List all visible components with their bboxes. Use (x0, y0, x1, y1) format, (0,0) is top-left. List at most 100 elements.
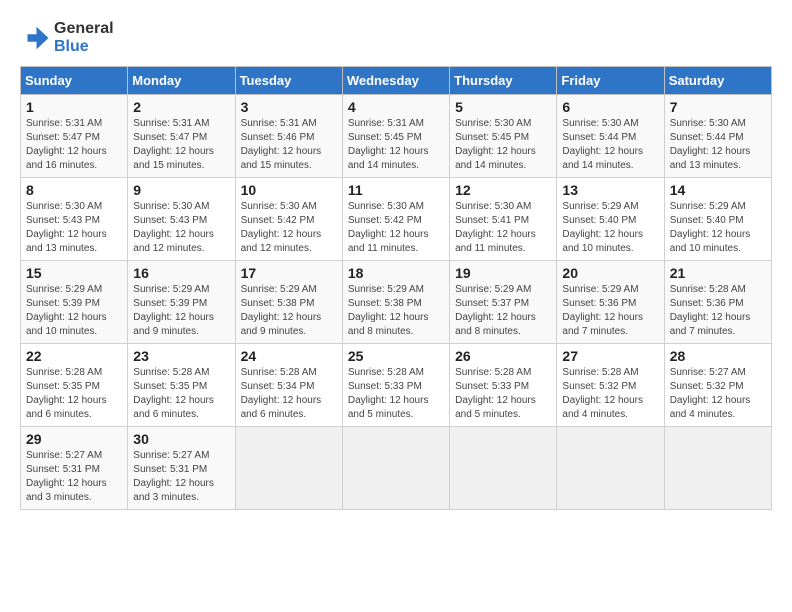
day-number: 15 (26, 265, 122, 281)
day-info: Sunrise: 5:29 AMSunset: 5:40 PMDaylight:… (562, 200, 658, 256)
day-number: 18 (348, 265, 444, 281)
calendar-table: SundayMondayTuesdayWednesdayThursdayFrid… (20, 66, 772, 510)
day-number: 4 (348, 99, 444, 115)
table-row: 28 Sunrise: 5:27 AMSunset: 5:32 PMDayligh… (664, 344, 771, 427)
page-header: General Blue (20, 20, 772, 56)
logo-icon (20, 23, 50, 53)
weekday-header-saturday: Saturday (664, 67, 771, 95)
table-row: 12 Sunrise: 5:30 AMSunset: 5:41 PMDayligh… (450, 178, 557, 261)
table-row (664, 427, 771, 510)
day-number: 20 (562, 265, 658, 281)
table-row: 5 Sunrise: 5:30 AMSunset: 5:45 PMDaylight… (450, 95, 557, 178)
calendar-row: 1 Sunrise: 5:31 AMSunset: 5:47 PMDaylight… (21, 95, 772, 178)
table-row: 24 Sunrise: 5:28 AMSunset: 5:34 PMDayligh… (235, 344, 342, 427)
day-info: Sunrise: 5:28 AMSunset: 5:33 PMDaylight:… (348, 366, 444, 422)
day-info: Sunrise: 5:30 AMSunset: 5:42 PMDaylight:… (348, 200, 444, 256)
day-number: 24 (241, 348, 337, 364)
calendar-row: 29Sunrise: 5:27 AMSunset: 5:31 PMDayligh… (21, 427, 772, 510)
day-info: Sunrise: 5:29 AMSunset: 5:38 PMDaylight:… (241, 283, 337, 339)
table-row: 7Sunrise: 5:30 AMSunset: 5:44 PMDaylight… (664, 95, 771, 178)
table-row: 16 Sunrise: 5:29 AMSunset: 5:39 PMDayligh… (128, 261, 235, 344)
table-row: 21 Sunrise: 5:28 AMSunset: 5:36 PMDayligh… (664, 261, 771, 344)
table-row: 11Sunrise: 5:30 AMSunset: 5:42 PMDayligh… (342, 178, 449, 261)
day-number: 13 (562, 182, 658, 198)
calendar-row: 8 Sunrise: 5:30 AMSunset: 5:43 PMDaylight… (21, 178, 772, 261)
table-row (557, 427, 664, 510)
table-row (342, 427, 449, 510)
day-info: Sunrise: 5:30 AMSunset: 5:41 PMDaylight:… (455, 200, 551, 256)
day-info: Sunrise: 5:29 AMSunset: 5:39 PMDaylight:… (26, 283, 122, 339)
day-info: Sunrise: 5:27 AMSunset: 5:31 PMDaylight:… (26, 449, 122, 505)
day-info: Sunrise: 5:30 AMSunset: 5:44 PMDaylight:… (562, 117, 658, 173)
day-info: Sunrise: 5:28 AMSunset: 5:33 PMDaylight:… (455, 366, 551, 422)
day-info: Sunrise: 5:27 AMSunset: 5:32 PMDaylight:… (670, 366, 766, 422)
table-row: 8Sunrise: 5:30 AMSunset: 5:43 PMDaylight… (21, 178, 128, 261)
table-row: 30 Sunrise: 5:27 AMSunset: 5:31 PMDayligh… (128, 427, 235, 510)
table-row: 26 Sunrise: 5:28 AMSunset: 5:33 PMDayligh… (450, 344, 557, 427)
day-info: Sunrise: 5:30 AMSunset: 5:42 PMDaylight:… (241, 200, 337, 256)
day-number: 6 (562, 99, 658, 115)
day-number: 17 (241, 265, 337, 281)
day-info: Sunrise: 5:28 AMSunset: 5:35 PMDaylight:… (133, 366, 229, 422)
table-row: 25 Sunrise: 5:28 AMSunset: 5:33 PMDayligh… (342, 344, 449, 427)
table-row (235, 427, 342, 510)
day-info: Sunrise: 5:27 AMSunset: 5:31 PMDaylight:… (133, 449, 229, 505)
day-info: Sunrise: 5:29 AMSunset: 5:39 PMDaylight:… (133, 283, 229, 339)
day-info: Sunrise: 5:29 AMSunset: 5:37 PMDaylight:… (455, 283, 551, 339)
table-row (450, 427, 557, 510)
day-number: 26 (455, 348, 551, 364)
weekday-header-tuesday: Tuesday (235, 67, 342, 95)
weekday-header-wednesday: Wednesday (342, 67, 449, 95)
calendar-row: 22 Sunrise: 5:28 AMSunset: 5:35 PMDayligh… (21, 344, 772, 427)
table-row: 17 Sunrise: 5:29 AMSunset: 5:38 PMDayligh… (235, 261, 342, 344)
table-row: 22Sunrise: 5:28 AMSunset: 5:35 PMDayligh… (21, 344, 128, 427)
day-number: 3 (241, 99, 337, 115)
table-row: 9 Sunrise: 5:30 AMSunset: 5:43 PMDaylight… (128, 178, 235, 261)
day-info: Sunrise: 5:29 AMSunset: 5:40 PMDaylight:… (670, 200, 766, 256)
day-number: 5 (455, 99, 551, 115)
table-row: 20Sunrise: 5:29 AMSunset: 5:36 PMDayligh… (557, 261, 664, 344)
table-row: 1Sunrise: 5:31 AMSunset: 5:47 PMDaylight… (21, 95, 128, 178)
day-number: 9 (133, 182, 229, 198)
table-row: 4 Sunrise: 5:31 AMSunset: 5:45 PMDaylight… (342, 95, 449, 178)
day-number: 8 (26, 182, 122, 198)
table-row: 14Sunrise: 5:29 AMSunset: 5:40 PMDayligh… (664, 178, 771, 261)
table-row: 18 Sunrise: 5:29 AMSunset: 5:38 PMDayligh… (342, 261, 449, 344)
table-row: 15 Sunrise: 5:29 AMSunset: 5:39 PMDayligh… (21, 261, 128, 344)
day-number: 16 (133, 265, 229, 281)
table-row: 23 Sunrise: 5:28 AMSunset: 5:35 PMDayligh… (128, 344, 235, 427)
calendar-body: 1 Sunrise: 5:31 AMSunset: 5:47 PMDaylight… (21, 95, 772, 510)
table-row: 13 Sunrise: 5:29 AMSunset: 5:40 PMDayligh… (557, 178, 664, 261)
weekday-header-sunday: Sunday (21, 67, 128, 95)
day-info: Sunrise: 5:31 AMSunset: 5:45 PMDaylight:… (348, 117, 444, 173)
day-info: Sunrise: 5:30 AMSunset: 5:43 PMDaylight:… (133, 200, 229, 256)
calendar-header: SundayMondayTuesdayWednesdayThursdayFrid… (21, 67, 772, 95)
day-number: 12 (455, 182, 551, 198)
weekday-header-monday: Monday (128, 67, 235, 95)
logo-text: General Blue (54, 20, 114, 56)
table-row: 29Sunrise: 5:27 AMSunset: 5:31 PMDayligh… (21, 427, 128, 510)
day-number: 27 (562, 348, 658, 364)
day-number: 10 (241, 182, 337, 198)
weekday-header-friday: Friday (557, 67, 664, 95)
day-number: 30 (133, 431, 229, 447)
day-info: Sunrise: 5:31 AMSunset: 5:46 PMDaylight:… (241, 117, 337, 173)
day-info: Sunrise: 5:31 AMSunset: 5:47 PMDaylight:… (133, 117, 229, 173)
day-number: 28 (670, 348, 766, 364)
table-row: 19 Sunrise: 5:29 AMSunset: 5:37 PMDayligh… (450, 261, 557, 344)
day-number: 21 (670, 265, 766, 281)
table-row: 2 Sunrise: 5:31 AMSunset: 5:47 PMDaylight… (128, 95, 235, 178)
day-info: Sunrise: 5:30 AMSunset: 5:45 PMDaylight:… (455, 117, 551, 173)
day-number: 7 (670, 99, 766, 115)
day-number: 25 (348, 348, 444, 364)
day-info: Sunrise: 5:28 AMSunset: 5:34 PMDaylight:… (241, 366, 337, 422)
day-info: Sunrise: 5:28 AMSunset: 5:32 PMDaylight:… (562, 366, 658, 422)
day-number: 23 (133, 348, 229, 364)
day-number: 1 (26, 99, 122, 115)
day-info: Sunrise: 5:29 AMSunset: 5:38 PMDaylight:… (348, 283, 444, 339)
day-number: 22 (26, 348, 122, 364)
day-number: 19 (455, 265, 551, 281)
day-number: 2 (133, 99, 229, 115)
day-info: Sunrise: 5:28 AMSunset: 5:36 PMDaylight:… (670, 283, 766, 339)
table-row: 27 Sunrise: 5:28 AMSunset: 5:32 PMDayligh… (557, 344, 664, 427)
